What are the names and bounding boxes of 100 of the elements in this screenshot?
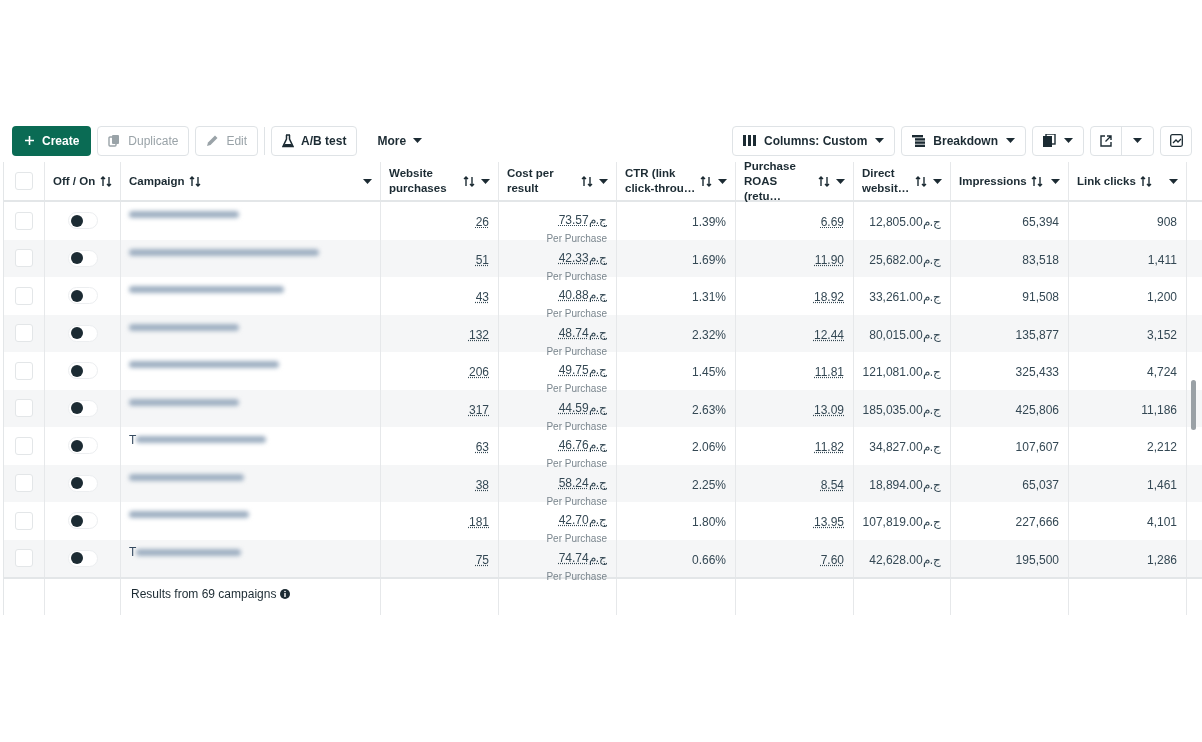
sort-icon[interactable] [700, 175, 712, 187]
purchases-value: 181 [468, 514, 489, 531]
link-clicks-value: 1,461 [1146, 476, 1177, 494]
column-header[interactable]: Campaign [129, 173, 185, 189]
column-header[interactable]: Link clicks [1077, 173, 1136, 189]
ctr-value: 2.06% [691, 439, 726, 456]
column-header[interactable]: Cost per result [507, 166, 577, 196]
column-header[interactable]: Website purchases [389, 166, 459, 196]
currency-value: 73.57ج.م [558, 212, 607, 229]
toggle-switch[interactable] [67, 362, 98, 380]
toggle-switch[interactable] [67, 549, 98, 567]
caret-icon[interactable] [599, 178, 608, 184]
checkbox[interactable] [14, 172, 33, 190]
caret-icon [1064, 138, 1073, 143]
checkbox[interactable] [14, 361, 33, 380]
currency-value: 12,805.00ج.م [869, 214, 941, 231]
caret-icon[interactable] [836, 178, 845, 184]
impressions-value: 91,508 [1022, 289, 1059, 306]
currency-value: 34,827.00ج.م [869, 439, 941, 456]
ctr-value: 2.25% [691, 476, 726, 494]
toolbar-button[interactable]: A/B test [271, 125, 358, 156]
roas-value: 6.69 [820, 214, 844, 231]
currency-value: 107,819.00ج.م [862, 514, 941, 531]
roas-value: 11.81 [814, 364, 844, 381]
caret-icon [875, 138, 885, 143]
checkbox[interactable] [14, 511, 33, 530]
checkbox[interactable] [14, 286, 33, 305]
toggle-switch[interactable] [67, 212, 98, 230]
column-header[interactable]: CTR (link click-throu… [625, 166, 696, 196]
cost-label: Per Purchase [546, 457, 607, 471]
cost-label: Per Purchase [546, 569, 607, 584]
toggle-switch[interactable] [67, 437, 98, 455]
impressions-value: 425,806 [1015, 401, 1059, 419]
more-menu-button[interactable]: More [369, 125, 431, 156]
sort-icon[interactable] [463, 175, 475, 187]
purchases-value: 132 [468, 326, 489, 344]
purchases-value: 51 [475, 251, 489, 269]
column-header[interactable]: Off / On [53, 173, 96, 189]
checkbox[interactable] [14, 474, 33, 493]
sort-icon[interactable] [1030, 175, 1043, 187]
toggle-switch[interactable] [67, 399, 98, 417]
toggle-switch[interactable] [67, 474, 98, 492]
toggle-switch[interactable] [67, 324, 98, 342]
sort-icon[interactable] [581, 175, 593, 187]
caret-icon[interactable] [363, 178, 372, 184]
roas-value: 13.95 [813, 514, 844, 531]
impressions-value: 135,877 [1015, 326, 1059, 344]
link-clicks-value: 908 [1156, 214, 1177, 231]
checkbox[interactable] [14, 549, 33, 568]
dropdown-button[interactable]: Columns: Custom [731, 125, 896, 156]
currency-value: 46.76ج.م [558, 437, 607, 454]
roas-value: 12.44 [813, 326, 844, 344]
ctr-value: 1.69% [691, 251, 726, 269]
purchases-value: 43 [475, 289, 489, 306]
currency-value: 44.59ج.م [558, 399, 607, 417]
link-clicks-value: 1,286 [1146, 551, 1177, 569]
column-header[interactable]: Impressions [959, 173, 1027, 189]
sort-icon[interactable] [915, 175, 927, 187]
column-header[interactable]: Purchase ROAS (retu… [744, 158, 814, 204]
dropdown-button[interactable]: Breakdown [901, 125, 1026, 156]
sort-icon[interactable] [188, 175, 201, 187]
checkbox[interactable] [14, 436, 33, 455]
impressions-value: 107,607 [1015, 439, 1059, 456]
sort-icon[interactable] [100, 175, 112, 187]
caret-icon[interactable] [933, 178, 942, 184]
chart-button[interactable] [1160, 125, 1192, 156]
ctr-value: 1.39% [691, 214, 726, 231]
roas-value: 7.60 [820, 551, 844, 569]
toggle-switch[interactable] [67, 249, 98, 267]
toggle-switch[interactable] [67, 512, 98, 530]
caret-icon[interactable] [1169, 178, 1178, 184]
copy-icon [108, 134, 122, 147]
checkbox[interactable] [14, 324, 33, 343]
checkbox[interactable] [14, 249, 33, 268]
caret-icon[interactable] [1051, 178, 1060, 184]
create-button[interactable]: Create [12, 125, 92, 156]
column-header[interactable]: Direct websit… [862, 166, 911, 196]
purchases-value: 63 [475, 439, 489, 456]
caret-icon [1133, 138, 1142, 143]
caret-icon[interactable] [481, 178, 490, 184]
roas-value: 11.82 [814, 439, 844, 456]
impressions-value: 65,394 [1022, 214, 1059, 231]
external-link-icon [1100, 134, 1112, 147]
sort-icon[interactable] [1139, 175, 1152, 187]
checkbox[interactable] [14, 211, 33, 230]
info-icon[interactable] [280, 589, 291, 599]
report-menu-button[interactable] [1032, 125, 1084, 156]
caret-icon[interactable] [718, 178, 727, 184]
toggle-switch[interactable] [67, 287, 98, 305]
cost-label: Per Purchase [546, 494, 607, 509]
currency-value: 185,035.00ج.م [862, 401, 941, 419]
flask-icon [282, 133, 295, 148]
currency-value: 48.74ج.م [558, 324, 607, 342]
checkbox[interactable] [14, 399, 33, 418]
currency-value: 25,682.00ج.م [869, 251, 941, 269]
purchases-value: 75 [475, 551, 489, 569]
impressions-value: 83,518 [1022, 251, 1059, 269]
currency-value: 33,261.00ج.م [869, 289, 941, 306]
scrollbar-thumb[interactable] [1191, 380, 1196, 430]
sort-icon[interactable] [818, 175, 830, 187]
